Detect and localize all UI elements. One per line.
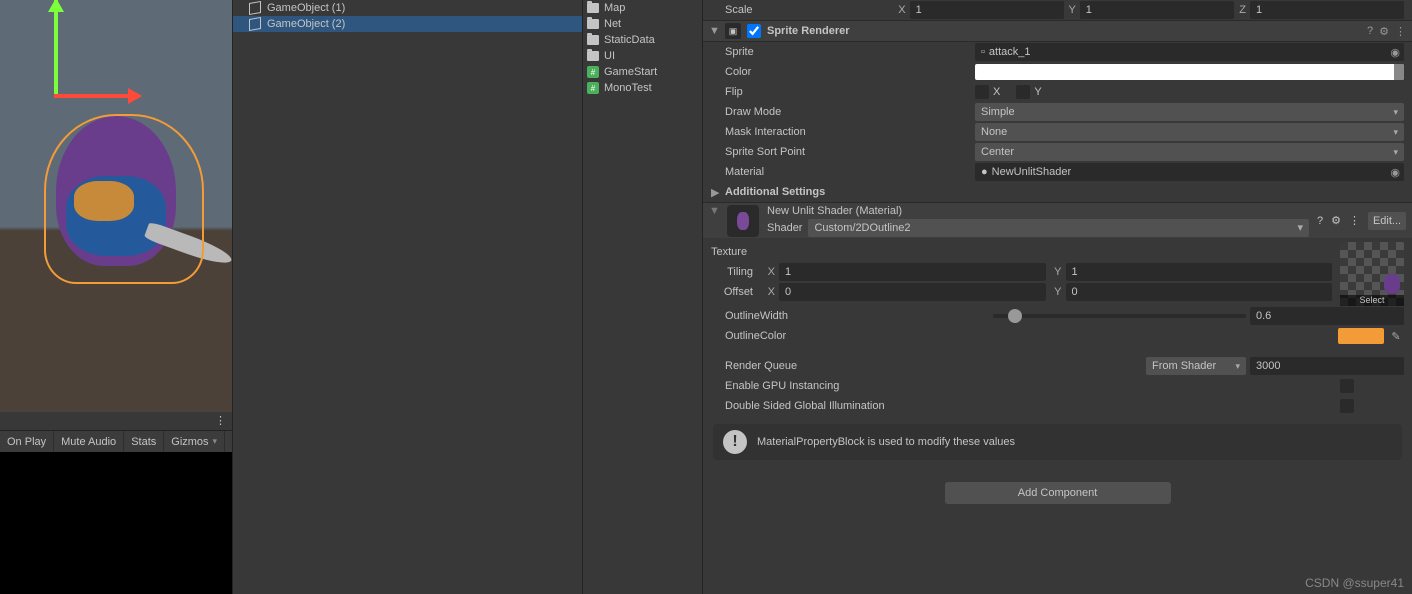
mask-interaction-dropdown[interactable]: None — [975, 123, 1404, 141]
tiling-y-field[interactable] — [1066, 263, 1333, 281]
on-play-button[interactable]: On Play — [0, 431, 54, 453]
hierarchy-panel: GameObject (1) GameObject (2) — [232, 0, 582, 594]
sprite-renderer-header[interactable]: ▼ ▣ Sprite Renderer ? ⚙ ⋮ — [703, 20, 1412, 42]
draw-mode-dropdown[interactable]: Simple — [975, 103, 1404, 121]
gizmo-y-axis[interactable] — [54, 0, 58, 94]
project-folder[interactable]: Map — [583, 0, 702, 16]
stats-button[interactable]: Stats — [124, 431, 164, 453]
info-box: ! MaterialPropertyBlock is used to modif… — [713, 424, 1402, 460]
flip-y-checkbox[interactable] — [1016, 85, 1030, 99]
scale-label: Scale — [711, 4, 893, 16]
flip-x-checkbox[interactable] — [975, 85, 989, 99]
preset-icon[interactable]: ⚙ — [1379, 25, 1389, 38]
outline-color-field[interactable] — [1338, 328, 1384, 344]
texture-block: Texture Tiling X Y Offset X Y Select — [703, 238, 1412, 306]
object-picker-icon[interactable]: ◉ — [1390, 166, 1400, 179]
hierarchy-label: GameObject (2) — [267, 18, 345, 30]
transform-scale-row: Scale X Y Z — [703, 0, 1412, 20]
material-title: New Unlit Shader (Material) — [767, 205, 1309, 217]
outline-width-field[interactable] — [1250, 307, 1404, 325]
csharp-icon: # — [587, 82, 599, 94]
mute-audio-button[interactable]: Mute Audio — [54, 431, 124, 453]
sprite-renderer-icon: ▣ — [725, 23, 741, 39]
project-folder[interactable]: StaticData — [583, 32, 702, 48]
inspector-panel: Scale X Y Z ▼ ▣ Sprite Renderer ? ⚙ ⋮ Sp… — [702, 0, 1412, 594]
hierarchy-item[interactable]: GameObject (1) — [233, 0, 582, 16]
texture-slot[interactable]: Select — [1340, 242, 1404, 306]
render-queue-dropdown[interactable]: From Shader — [1146, 357, 1246, 375]
eyedropper-icon[interactable]: ✎ — [1388, 328, 1404, 344]
sprite-thumb-icon: ▫ — [981, 46, 985, 58]
material-preview-icon — [727, 205, 759, 237]
folder-icon — [587, 19, 599, 29]
foldout-icon[interactable]: ▼ — [709, 203, 719, 217]
scale-x-field[interactable] — [910, 1, 1064, 19]
hierarchy-label: GameObject (1) — [267, 2, 345, 14]
material-ball-icon: ● — [981, 166, 988, 178]
more-icon[interactable]: ⋮ — [1349, 214, 1360, 227]
gpu-instancing-checkbox[interactable] — [1340, 379, 1354, 393]
help-icon[interactable]: ? — [1317, 215, 1323, 227]
game-view[interactable] — [0, 452, 232, 594]
shader-dropdown[interactable]: Custom/2DOutline2 — [808, 219, 1309, 237]
scene-view[interactable] — [0, 0, 232, 412]
folder-icon — [587, 51, 599, 61]
project-panel: Map Net StaticData UI #GameStart #MonoTe… — [582, 0, 702, 594]
sprite-object-field[interactable]: ▫attack_1◉ — [975, 43, 1404, 61]
material-object-field[interactable]: ●NewUnlitShader◉ — [975, 163, 1404, 181]
tiling-x-field[interactable] — [779, 263, 1046, 281]
more-icon[interactable]: ⋮ — [215, 414, 226, 427]
scene-overlay-bar: ⋮ — [0, 412, 232, 430]
folder-icon — [587, 35, 599, 45]
component-enable-checkbox[interactable] — [747, 24, 761, 38]
project-script[interactable]: #MonoTest — [583, 80, 702, 96]
outline-width-slider[interactable] — [993, 314, 1246, 318]
csharp-icon: # — [587, 66, 599, 78]
hierarchy-item[interactable]: GameObject (2) — [233, 16, 582, 32]
project-folder[interactable]: Net — [583, 16, 702, 32]
material-header: ▼ New Unlit Shader (Material) Shader Cus… — [703, 202, 1412, 238]
scale-z-field[interactable] — [1250, 1, 1404, 19]
help-icon[interactable]: ? — [1367, 25, 1373, 37]
scene-bottom-toolbar: On Play Mute Audio Stats Gizmos — [0, 430, 232, 452]
sprite-character[interactable] — [24, 86, 224, 286]
more-icon[interactable]: ⋮ — [1395, 25, 1406, 38]
preset-icon[interactable]: ⚙ — [1331, 214, 1341, 227]
object-picker-icon[interactable]: ◉ — [1390, 46, 1400, 59]
add-component-button[interactable]: Add Component — [945, 482, 1171, 504]
gameobject-icon — [249, 2, 261, 14]
color-field[interactable] — [975, 64, 1404, 80]
sort-point-dropdown[interactable]: Center — [975, 143, 1404, 161]
project-script[interactable]: #GameStart — [583, 64, 702, 80]
gizmos-dropdown[interactable]: Gizmos — [164, 431, 225, 453]
additional-settings-foldout[interactable]: ▶ Additional Settings — [703, 182, 1412, 202]
render-queue-field[interactable] — [1250, 357, 1404, 375]
watermark: CSDN @ssuper41 — [1305, 576, 1404, 590]
scene-column: ⋮ On Play Mute Audio Stats Gizmos — [0, 0, 232, 594]
texture-label: Texture — [711, 246, 747, 258]
info-icon: ! — [723, 430, 747, 454]
gameobject-icon — [249, 18, 261, 30]
folder-icon — [587, 3, 599, 13]
dsgi-checkbox[interactable] — [1340, 399, 1354, 413]
offset-x-field[interactable] — [779, 283, 1046, 301]
foldout-icon[interactable]: ▼ — [709, 25, 719, 37]
edit-shader-button[interactable]: Edit... — [1368, 212, 1406, 230]
project-folder[interactable]: UI — [583, 48, 702, 64]
scale-y-field[interactable] — [1080, 1, 1234, 19]
offset-y-field[interactable] — [1066, 283, 1333, 301]
